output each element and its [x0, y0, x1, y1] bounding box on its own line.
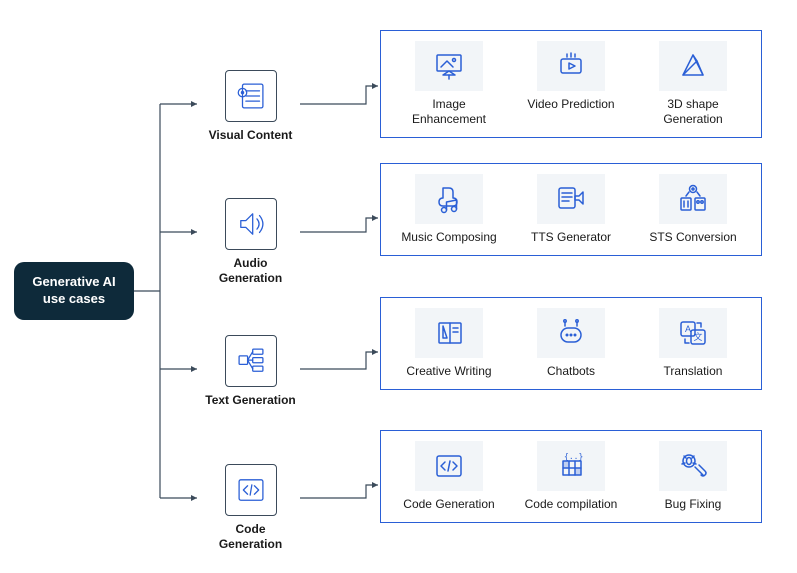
- usecase-label: Code Generation: [403, 497, 494, 512]
- root-title: Generative AI use cases: [24, 274, 124, 308]
- usecase-label: Code compilation: [525, 497, 618, 512]
- usecase-group-visual: Image Enhancement Video Prediction 3D sh…: [380, 30, 762, 138]
- usecase-group-audio: Music Composing TTS Generator: [380, 163, 762, 256]
- svg-text:文: 文: [693, 331, 702, 342]
- code-icon: [225, 464, 277, 516]
- usecase-bug-fixing: Bug Fixing: [643, 441, 743, 512]
- category-visual-content: Visual Content: [203, 70, 298, 143]
- usecase-translation: A 文 Translation: [643, 308, 743, 379]
- compile-icon: {..}: [537, 441, 605, 491]
- usecase-label: Chatbots: [547, 364, 595, 379]
- usecase-label: Music Composing: [401, 230, 496, 245]
- writing-icon: [415, 308, 483, 358]
- visual-content-icon: [225, 70, 277, 122]
- category-label: Text Generation: [203, 393, 298, 408]
- usecase-label: TTS Generator: [531, 230, 611, 245]
- bug-icon: [659, 441, 727, 491]
- category-label: Code Generation: [203, 522, 298, 552]
- usecase-label: 3D shape Generation: [643, 97, 743, 127]
- translation-icon: A 文: [659, 308, 727, 358]
- usecase-label: Image Enhancement: [399, 97, 499, 127]
- usecase-music-composing: Music Composing: [399, 174, 499, 245]
- usecase-label: STS Conversion: [649, 230, 736, 245]
- usecase-3d-shape: 3D shape Generation: [643, 41, 743, 127]
- category-text: Text Generation: [203, 335, 298, 408]
- usecase-creative-writing: Creative Writing: [399, 308, 499, 379]
- usecase-image-enhancement: Image Enhancement: [399, 41, 499, 127]
- usecase-group-code: Code Generation {..} Code compilation: [380, 430, 762, 523]
- tts-icon: [537, 174, 605, 224]
- 3d-shape-icon: [659, 41, 727, 91]
- root-node: Generative AI use cases: [14, 262, 134, 320]
- category-label: Visual Content: [203, 128, 298, 143]
- usecase-group-text: Creative Writing Chatbots A 文: [380, 297, 762, 390]
- music-icon: [415, 174, 483, 224]
- video-icon: [537, 41, 605, 91]
- code-gen-icon: [415, 441, 483, 491]
- usecase-label: Creative Writing: [406, 364, 491, 379]
- sts-icon: [659, 174, 727, 224]
- svg-text:A: A: [685, 324, 691, 334]
- usecase-code-generation: Code Generation: [399, 441, 499, 512]
- usecase-video-prediction: Video Prediction: [521, 41, 621, 112]
- category-label: Audio Generation: [203, 256, 298, 286]
- chatbot-icon: [537, 308, 605, 358]
- usecase-code-compilation: {..} Code compilation: [521, 441, 621, 512]
- image-enhance-icon: [415, 41, 483, 91]
- svg-text:{..}: {..}: [564, 452, 583, 461]
- usecase-label: Video Prediction: [527, 97, 614, 112]
- audio-icon: [225, 198, 277, 250]
- usecase-tts: TTS Generator: [521, 174, 621, 245]
- category-code: Code Generation: [203, 464, 298, 552]
- category-audio: Audio Generation: [203, 198, 298, 286]
- usecase-sts: STS Conversion: [643, 174, 743, 245]
- usecase-label: Translation: [664, 364, 723, 379]
- usecase-chatbots: Chatbots: [521, 308, 621, 379]
- usecase-label: Bug Fixing: [665, 497, 722, 512]
- text-icon: [225, 335, 277, 387]
